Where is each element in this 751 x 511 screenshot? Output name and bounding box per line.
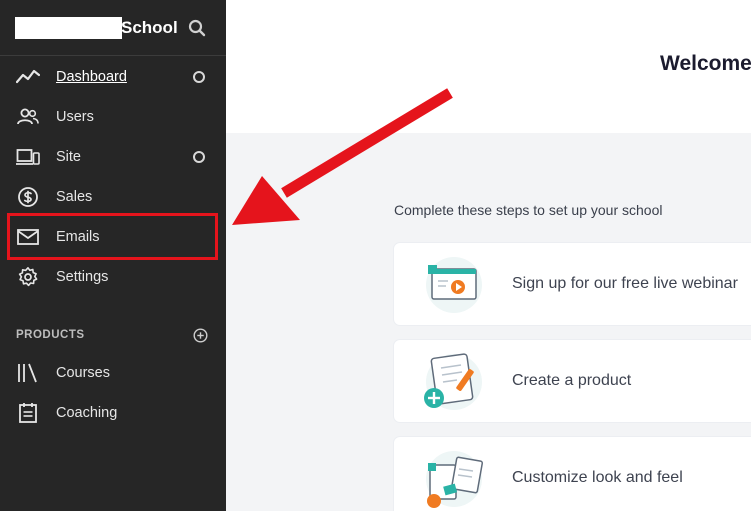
- step-card-customize[interactable]: Customize look and feel: [394, 437, 751, 511]
- sidebar-item-label: Coaching: [56, 405, 118, 421]
- sidebar-item-users[interactable]: Users: [0, 97, 226, 137]
- users-icon: [17, 108, 39, 125]
- emails-highlight-box: [7, 213, 218, 260]
- plus-circle-icon[interactable]: [193, 328, 208, 343]
- products-section-heading: PRODUCTS: [16, 329, 85, 341]
- devices-icon: [16, 149, 40, 165]
- step-card-create-product[interactable]: Create a product: [394, 340, 751, 422]
- brand-name[interactable]: School: [121, 17, 178, 39]
- brand-header: School: [0, 0, 226, 56]
- calendar-icon: [19, 403, 37, 423]
- library-icon: [18, 363, 37, 383]
- sidebar-item-courses[interactable]: Courses: [0, 353, 226, 393]
- customize-illustration: [426, 451, 484, 508]
- sidebar-item-coaching[interactable]: Coaching: [0, 393, 226, 433]
- gear-icon: [18, 267, 38, 287]
- step-label: Create a product: [512, 372, 632, 389]
- webinar-illustration: [426, 257, 482, 313]
- sidebar-item-dashboard[interactable]: Dashboard: [0, 57, 226, 97]
- sidebar-item-label: Sales: [56, 189, 93, 205]
- step-card-webinar[interactable]: Sign up for our free live webinar: [394, 243, 751, 325]
- step-label: Sign up for our free live webinar: [512, 275, 738, 292]
- create-product-illustration: [424, 353, 482, 410]
- sidebar-item-settings[interactable]: Settings: [0, 257, 226, 297]
- status-dot: [193, 71, 205, 83]
- step-label: Customize look and feel: [512, 469, 683, 486]
- steps-heading: Complete these steps to set up your scho…: [394, 202, 663, 218]
- sidebar-item-site[interactable]: Site: [0, 137, 226, 177]
- status-dot: [193, 151, 205, 163]
- activity-line-icon: [16, 69, 40, 84]
- sidebar-item-label: Courses: [56, 365, 110, 381]
- page-title: Welcome: [660, 52, 751, 75]
- search-icon[interactable]: [187, 18, 207, 38]
- sidebar-item-sales[interactable]: Sales: [0, 177, 226, 217]
- dollar-circle-icon: [18, 187, 38, 207]
- sidebar-item-label: Site: [56, 149, 81, 165]
- sidebar-item-label: Dashboard: [56, 69, 127, 85]
- redacted-brand-name: [15, 17, 122, 39]
- sidebar-item-label: Settings: [56, 269, 109, 285]
- sidebar-item-label: Users: [56, 109, 94, 125]
